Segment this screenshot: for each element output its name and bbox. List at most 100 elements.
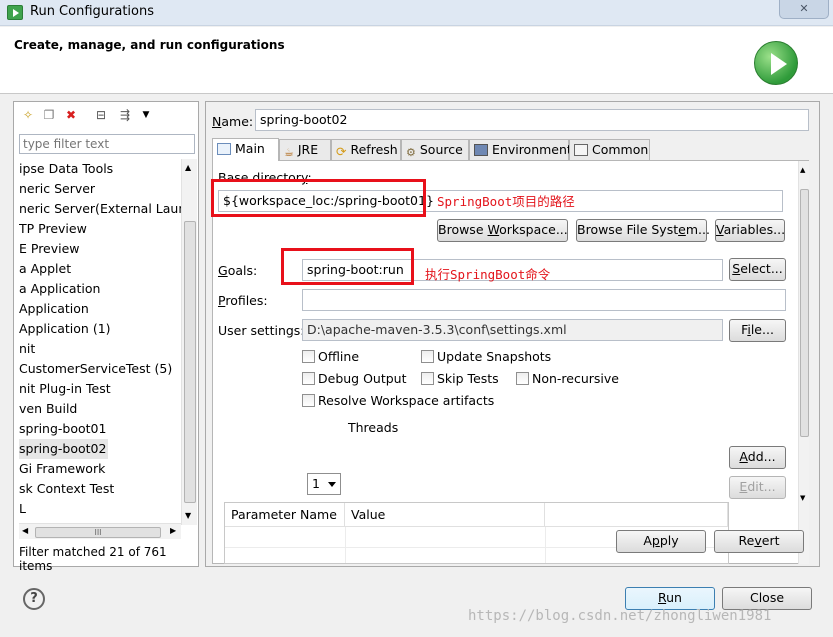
refresh-icon: ⟳: [336, 144, 347, 159]
tree-item[interactable]: Gi Framework: [19, 459, 105, 479]
close-button[interactable]: Close: [722, 587, 812, 610]
panel-scroll-down-icon[interactable]: ▼: [800, 494, 805, 502]
goals-label: Goals:: [218, 263, 258, 278]
profiles-input[interactable]: [302, 289, 786, 311]
update-snapshots-checkbox[interactable]: Update Snapshots: [421, 350, 551, 364]
tab-common[interactable]: Common: [569, 139, 650, 160]
new-config-icon[interactable]: ✧: [21, 108, 35, 122]
configuration-tree: ipse Data Tools neric Server neric Serve…: [19, 159, 182, 515]
tab-main[interactable]: Main: [212, 138, 279, 161]
tree-item[interactable]: Application (1): [19, 319, 111, 339]
scroll-down-icon[interactable]: ▼: [185, 511, 191, 520]
base-directory-highlight-box: [211, 179, 426, 217]
non-recursive-checkbox[interactable]: Non-recursive: [516, 372, 619, 386]
file-button[interactable]: File...: [729, 319, 786, 342]
tree-item[interactable]: nit: [19, 339, 35, 359]
window-close-button[interactable]: ✕: [779, 0, 829, 19]
resolve-workspace-checkbox-box[interactable]: [302, 394, 315, 407]
tree-item[interactable]: sk Context Test: [19, 479, 114, 499]
scroll-up-icon[interactable]: ▲: [185, 163, 191, 172]
watermark-text: https://blog.csdn.net/zhongliwen1981: [468, 608, 772, 624]
tree-item[interactable]: CustomerServiceTest (5): [19, 359, 172, 379]
name-label: Name:: [212, 114, 254, 129]
title-bar: Run Configurations ✕: [0, 0, 833, 26]
revert-button[interactable]: Revert: [714, 530, 804, 553]
scroll-left-icon[interactable]: ◀: [22, 526, 28, 535]
add-button[interactable]: Add...: [729, 446, 786, 469]
filter-status-text: Filter matched 21 of 761 items: [19, 545, 167, 573]
tree-item[interactable]: a Application: [19, 279, 100, 299]
tree-item[interactable]: spring-boot01: [19, 419, 106, 439]
threads-select[interactable]: 1: [307, 473, 341, 495]
panel-scroll-up-icon[interactable]: ▲: [800, 166, 805, 174]
tree-item[interactable]: Application: [19, 299, 89, 319]
main-tab-panel: Base directory: ${workspace_loc:/spring-…: [212, 160, 809, 564]
tab-jre[interactable]: ☕ JRE: [279, 139, 331, 160]
skip-tests-checkbox[interactable]: Skip Tests: [421, 372, 499, 386]
delete-icon[interactable]: ✖: [64, 108, 78, 122]
window-title: Run Configurations: [30, 4, 154, 19]
apply-button[interactable]: Apply: [616, 530, 706, 553]
profiles-label: Profiles:: [218, 293, 268, 308]
configurations-tree-pane: ✧ ❐ ✖ ⊟ ⇶ ▼ ipse Data Tools neric Server…: [13, 101, 199, 573]
view-menu-chevron-down-icon[interactable]: ▼: [139, 108, 153, 122]
tree-hscroll-thumb[interactable]: III: [35, 527, 161, 538]
update-snapshots-checkbox-box[interactable]: [421, 350, 434, 363]
panel-vertical-scrollbar[interactable]: ▲ ▼: [798, 161, 809, 564]
tree-item[interactable]: ven Build: [19, 399, 77, 419]
jre-icon: ☕: [284, 146, 294, 159]
run-configurations-icon: [7, 5, 23, 20]
help-icon[interactable]: ?: [23, 588, 45, 610]
tree-item[interactable]: a Applet: [19, 259, 71, 279]
tree-item[interactable]: E Preview: [19, 239, 80, 259]
header-text: Create, manage, and run configurations: [14, 38, 285, 52]
tab-refresh[interactable]: ⟳ Refresh: [331, 139, 401, 160]
tree-item[interactable]: L: [19, 499, 26, 515]
collapse-all-icon[interactable]: ⊟: [94, 108, 108, 122]
main-tab-icon: [217, 143, 231, 155]
select-button[interactable]: Select...: [729, 258, 786, 281]
goals-highlight-box: [281, 248, 414, 285]
skip-tests-checkbox-box[interactable]: [421, 372, 434, 385]
browse-workspace-button[interactable]: Browse Workspace...: [437, 219, 568, 242]
base-directory-annotation: SpringBoot项目的路径: [437, 194, 575, 209]
tree-item-selected[interactable]: spring-boot02: [19, 439, 109, 459]
tree-item[interactable]: nit Plug-in Test: [19, 379, 111, 399]
table-column-divider: [545, 527, 546, 563]
user-settings-input[interactable]: D:\apache-maven-3.5.3\conf\settings.xml: [302, 319, 723, 341]
tree-horizontal-scrollbar[interactable]: ◀ III ▶: [19, 523, 181, 539]
empty-header: [545, 503, 728, 527]
tab-environment[interactable]: Environment: [469, 139, 572, 160]
tree-scroll-thumb[interactable]: [184, 221, 196, 503]
filter-input[interactable]: [19, 134, 195, 154]
browse-file-system-button[interactable]: Browse File System...: [576, 219, 710, 242]
value-header[interactable]: Value: [345, 503, 545, 527]
offline-checkbox[interactable]: Offline: [302, 350, 359, 364]
name-input[interactable]: spring-boot02: [255, 109, 809, 131]
tree-vertical-scrollbar[interactable]: ▲ ▼: [181, 159, 197, 525]
tree-item[interactable]: TP Preview: [19, 219, 87, 239]
dialog-header: Create, manage, and run configurations: [0, 27, 833, 94]
source-icon: ⚙: [406, 146, 416, 159]
user-settings-label: User settings:: [218, 323, 305, 338]
scroll-right-icon[interactable]: ▶: [170, 526, 176, 535]
tree-item[interactable]: neric Server(External Launch: [19, 199, 182, 219]
panel-scroll-thumb[interactable]: [800, 189, 809, 437]
parameter-name-header[interactable]: Parameter Name: [225, 503, 345, 527]
configuration-editor: Name: spring-boot02 Main ☕ JRE ⟳ Refresh ⚙…: [205, 101, 820, 567]
resolve-workspace-checkbox[interactable]: Resolve Workspace artifacts: [302, 394, 494, 408]
duplicate-icon[interactable]: ❐: [42, 108, 56, 122]
environment-icon: [474, 144, 488, 156]
offline-checkbox-box[interactable]: [302, 350, 315, 363]
tab-source[interactable]: ⚙ Source: [401, 139, 469, 160]
tree-item[interactable]: ipse Data Tools: [19, 159, 113, 179]
common-icon: [574, 144, 588, 156]
filter-icon[interactable]: ⇶: [118, 108, 132, 122]
debug-output-checkbox[interactable]: Debug Output: [302, 372, 407, 386]
debug-output-checkbox-box[interactable]: [302, 372, 315, 385]
tree-item[interactable]: neric Server: [19, 179, 95, 199]
run-button[interactable]: Run: [625, 587, 715, 610]
non-recursive-checkbox-box[interactable]: [516, 372, 529, 385]
variables-button[interactable]: Variables...: [715, 219, 785, 242]
edit-button[interactable]: Edit...: [729, 476, 786, 499]
